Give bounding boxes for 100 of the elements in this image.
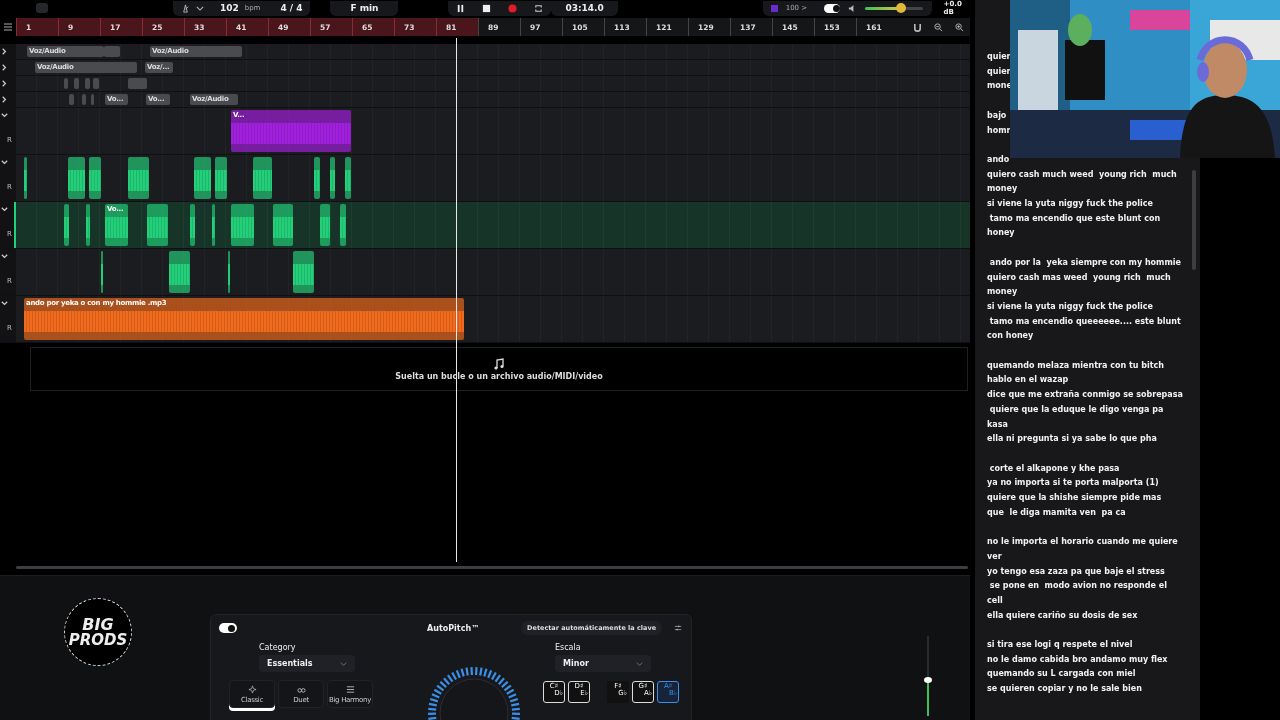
record-icon[interactable]: [508, 3, 518, 13]
metronome-icon[interactable]: [180, 3, 190, 13]
chevron-down-icon[interactable]: [0, 111, 9, 120]
lyric-line: kasa: [987, 418, 1009, 431]
lyric-line: se pone en modo avion no responde el: [988, 580, 1168, 593]
audio-clip[interactable]: [147, 204, 168, 246]
lyric-line: yo tengo esa zaza pa que baje el stress: [987, 565, 1166, 578]
chevron-right-icon[interactable]: [0, 79, 9, 88]
lyric-line: bajo: [987, 109, 1008, 122]
loop-icon[interactable]: [534, 3, 544, 13]
region-block[interactable]: [69, 94, 74, 105]
chevron-down-icon[interactable]: [0, 299, 9, 308]
region-block[interactable]: [91, 94, 94, 105]
lyric-line: ando: [987, 153, 1011, 166]
magnet-icon[interactable]: [913, 22, 922, 32]
audio-clip[interactable]: [89, 157, 101, 199]
audio-clip[interactable]: [68, 157, 85, 199]
audio-clip[interactable]: [330, 157, 335, 199]
lyric-line: tamo ma encendio queeeeee.... este blunt: [988, 315, 1182, 328]
chevron-right-icon[interactable]: [0, 63, 9, 72]
settings-icon[interactable]: [674, 624, 683, 632]
enable-toggle[interactable]: [219, 623, 237, 633]
lyric-line: quiero cash much weed young rich much: [987, 168, 1178, 181]
lyric-line: quemando su L cargada con miel: [987, 668, 1137, 681]
chevron-right-icon[interactable]: [0, 95, 9, 104]
lyric-line: dice que me extraña conmigo se sobrepasa: [987, 389, 1184, 402]
sparkle-icon: [246, 684, 258, 694]
audio-clip[interactable]: [345, 157, 351, 199]
audio-clip[interactable]: [215, 157, 227, 199]
volume-slider[interactable]: [864, 6, 923, 10]
chevron-down-icon[interactable]: [0, 158, 9, 167]
plugin-title: AutoPitch™: [427, 623, 480, 633]
lyric-line: quier: [987, 51, 1012, 63]
lyric-line: ya no importa si te porta malporta (1): [987, 477, 1160, 490]
lyric-line: si viene la yuta niggy fuck the police: [987, 300, 1154, 313]
chevron-down-icon[interactable]: [0, 252, 9, 261]
lyric-line: ver: [987, 550, 1003, 563]
chevron-right-icon[interactable]: [0, 47, 9, 56]
category-dropdown[interactable]: Essentials: [259, 655, 355, 672]
zoom-in-icon[interactable]: [955, 22, 964, 32]
region-block[interactable]: [82, 94, 86, 105]
monitor-toggle[interactable]: [823, 3, 840, 13]
lyric-line: no le importa el horario cuando me quiere: [987, 536, 1179, 549]
audio-clip[interactable]: [86, 204, 90, 246]
audio-clip[interactable]: [340, 204, 346, 246]
audio-clip[interactable]: [293, 251, 314, 293]
pause-icon[interactable]: [456, 3, 466, 13]
lyric-line: ella ni pregunta si ya sabe lo que pha: [987, 433, 1158, 446]
lyric-line: money: [987, 286, 1019, 299]
lyric-line: cell: [987, 594, 1004, 607]
zoom-out-icon[interactable]: [934, 22, 943, 32]
scale-dropdown[interactable]: Minor: [555, 655, 651, 672]
instrument-icon[interactable]: [770, 4, 778, 12]
caret-icon: [636, 661, 643, 666]
audio-clip[interactable]: [320, 204, 330, 246]
tempo-value[interactable]: 102: [219, 3, 239, 13]
audio-clip[interactable]: [128, 157, 149, 199]
lyric-line: honey: [987, 227, 1016, 240]
lyric-line: quiere que la shishe siempre pide mas: [987, 492, 1163, 504]
lyric-line: ando por la yeka siempre con my hommie: [988, 256, 1182, 269]
volume-thumb[interactable]: [924, 677, 932, 683]
region-block[interactable]: [64, 78, 68, 89]
audio-clip[interactable]: [24, 157, 27, 199]
region-block[interactable]: [85, 78, 90, 89]
lyric-line: que le diga mamita ven pa ca: [987, 506, 1127, 519]
audio-clip[interactable]: [314, 157, 320, 199]
caret-icon: [340, 661, 347, 666]
audio-clip[interactable]: [190, 204, 195, 246]
logo-text: BIG: [82, 616, 114, 633]
lyric-line: quemando melaza mientra con tu bitch: [987, 359, 1165, 372]
track-list-icon[interactable]: [3, 22, 13, 32]
audio-clip[interactable]: [212, 204, 215, 246]
lines-icon: [344, 684, 356, 694]
category-label: Category: [259, 643, 297, 652]
audio-clip[interactable]: [169, 251, 190, 293]
chevron-down-icon[interactable]: [0, 205, 9, 214]
vertical-scrollbar[interactable]: [1192, 170, 1196, 270]
logo-text: PRODS: [68, 632, 128, 648]
lyric-line: quiero cash mas weed young rich much: [987, 271, 1172, 284]
audio-clip[interactable]: [231, 204, 254, 246]
lyric-line: ella quiere cariño su dosis de sex: [987, 609, 1139, 622]
horizontal-scrollbar[interactable]: [16, 565, 968, 569]
audio-clip[interactable]: [194, 157, 211, 199]
lyric-line: money: [987, 183, 1019, 196]
caret-icon[interactable]: [195, 5, 204, 11]
audio-clip[interactable]: [273, 204, 293, 246]
stop-icon[interactable]: [482, 3, 492, 13]
region-block[interactable]: [74, 78, 79, 89]
time-signature[interactable]: 4 / 4: [280, 3, 303, 13]
lyric-line: quier: [987, 65, 1012, 78]
lyric-line: si tira ese logi q respete el nivel: [987, 639, 1134, 651]
time-display: 03:14.0: [551, 0, 618, 16]
lyric-line: corte el alkapone y khe pasa: [988, 462, 1121, 475]
region-block[interactable]: [93, 78, 99, 89]
audio-clip[interactable]: [253, 157, 272, 199]
scale-label: Escala: [555, 643, 582, 652]
audio-clip[interactable]: [64, 204, 69, 246]
volume-thumb[interactable]: [895, 2, 906, 13]
key-button[interactable]: F min: [330, 0, 399, 16]
music-note-icon: [493, 357, 505, 370]
